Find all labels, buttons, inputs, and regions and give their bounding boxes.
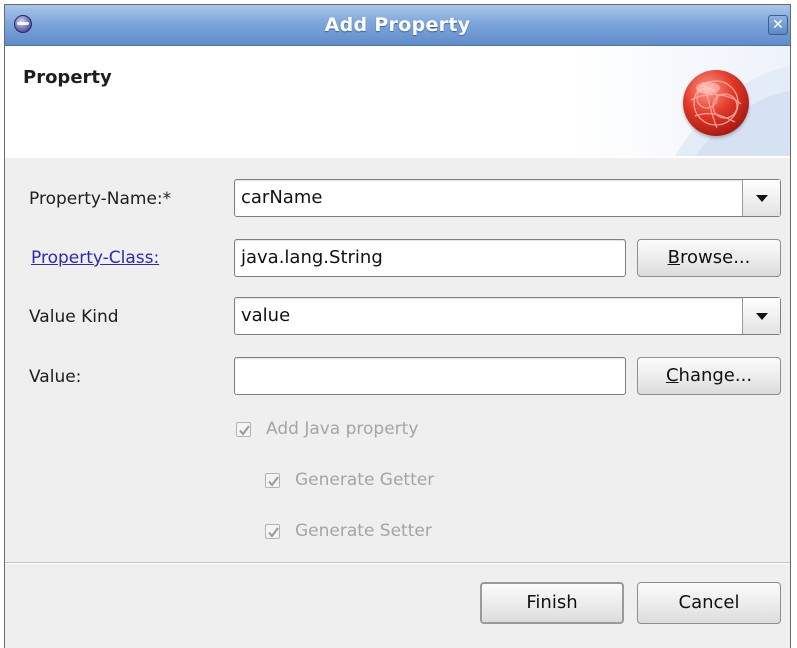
finish-button[interactable]: Finish: [480, 582, 624, 624]
chevron-down-icon: [756, 313, 768, 320]
checkmark-icon: [268, 476, 279, 487]
value-kind-value: value: [241, 305, 291, 326]
value-kind-combo[interactable]: value: [234, 297, 781, 335]
value-input[interactable]: [234, 357, 626, 395]
property-name-combo[interactable]: carName: [234, 179, 781, 217]
title-bar[interactable]: Add Property ✕: [5, 5, 790, 46]
browse-button[interactable]: Browse...: [637, 239, 781, 277]
generate-getter-checkbox[interactable]: [265, 473, 280, 488]
add-java-property-checkbox[interactable]: [236, 422, 251, 437]
property-name-value: carName: [241, 187, 323, 208]
checkmark-icon: [239, 425, 250, 436]
banner: Property: [5, 46, 790, 157]
red-globe-icon: [683, 70, 749, 136]
banner-title: Property: [23, 67, 112, 88]
generate-getter-label: Generate Getter: [295, 470, 435, 490]
cancel-button[interactable]: Cancel: [637, 582, 781, 624]
property-class-link[interactable]: Property-Class:: [31, 248, 159, 268]
property-name-dropdown-button[interactable]: [742, 180, 780, 216]
property-name-label: Property-Name:*: [29, 189, 172, 209]
property-class-value: java.lang.String: [241, 247, 383, 268]
value-label: Value:: [29, 367, 82, 387]
generate-setter-checkbox[interactable]: [265, 524, 280, 539]
close-icon: ✕: [772, 17, 784, 33]
chevron-down-icon: [756, 195, 768, 202]
add-property-dialog: Add Property ✕ Property Property-Name:* …: [4, 4, 791, 648]
change-button[interactable]: Change...: [637, 357, 781, 395]
value-kind-label: Value Kind: [29, 307, 119, 327]
property-class-input[interactable]: java.lang.String: [234, 239, 626, 277]
close-button[interactable]: ✕: [768, 15, 788, 35]
value-kind-dropdown-button[interactable]: [742, 298, 780, 334]
checkmark-icon: [268, 527, 279, 538]
add-java-property-label: Add Java property: [266, 419, 419, 439]
generate-setter-label: Generate Setter: [295, 521, 432, 541]
window-title: Add Property: [324, 14, 471, 36]
